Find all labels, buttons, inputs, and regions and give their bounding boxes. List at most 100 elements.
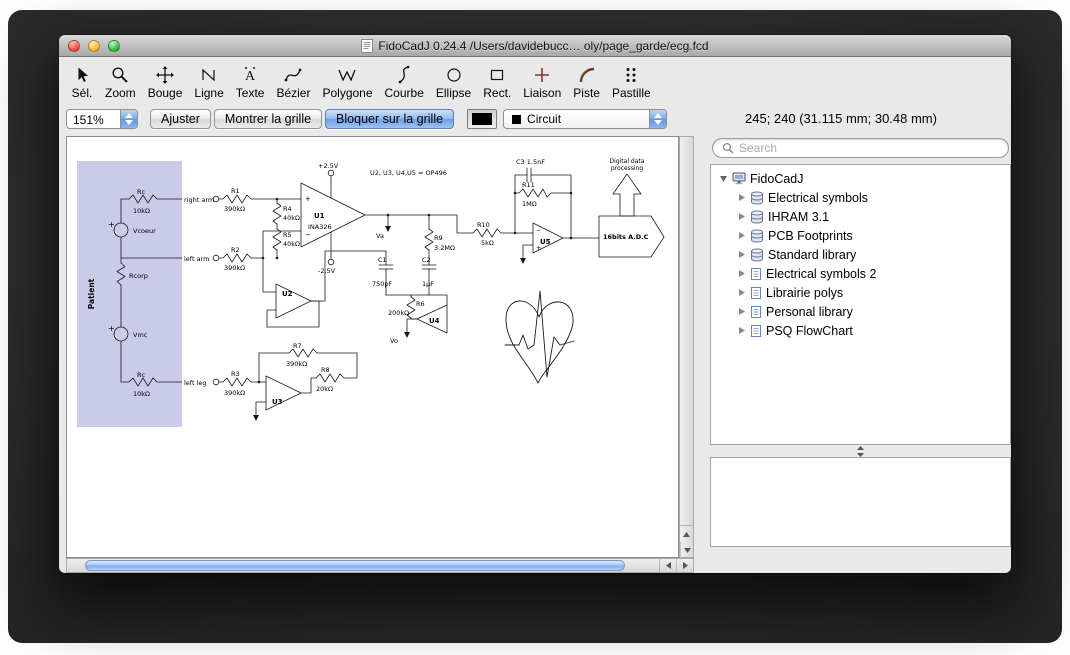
label-r1: R1 (231, 187, 240, 195)
line-icon (198, 64, 220, 85)
horizontal-scrollbar[interactable] (66, 558, 694, 573)
magnifier-icon (109, 64, 131, 85)
polygon-icon (336, 64, 358, 85)
library-item-librairie-polys[interactable]: Librairie polys (711, 283, 1010, 302)
titlebar[interactable]: FidoCadJ 0.24.4 /Users/davidebucc… oly/p… (59, 35, 1011, 57)
label-right-arm: right arm (184, 196, 214, 204)
label-vmc: Vmc (133, 331, 148, 339)
disclosure-right-icon[interactable] (737, 250, 746, 259)
tool-label: Courbe (385, 86, 424, 100)
label-patient: Patient (87, 278, 96, 309)
minimize-button[interactable] (88, 40, 100, 52)
drawing-canvas[interactable]: Patient Rc 10kΩ + Vcoeur Rcorp + Vmc Rc … (66, 136, 679, 558)
library-item-electrical-symbols-2[interactable]: Electrical symbols 2 (711, 264, 1010, 283)
maximize-button[interactable] (108, 40, 120, 52)
label-opamp-note: U2, U3, U4,U5 = OP496 (370, 169, 447, 177)
disclosure-right-icon[interactable] (737, 326, 746, 335)
tool-zoom[interactable]: Zoom (99, 64, 142, 100)
library-item-personal-library[interactable]: Personal library (711, 302, 1010, 321)
label-u1-minus: − (305, 231, 311, 239)
tool-label: Pastille (612, 86, 651, 100)
tool-text[interactable]: A Texte (230, 64, 271, 100)
tool-connection[interactable]: Liaison (517, 64, 567, 100)
library-stack-icon (750, 191, 764, 205)
label-u2: U2 (282, 290, 293, 298)
close-button[interactable] (68, 40, 80, 52)
vertical-scroll-arrows (680, 525, 693, 557)
label-plus-vmc: + (108, 324, 115, 333)
label-r9: R9 (434, 234, 443, 242)
snap-grid-button[interactable]: Bloquer sur la grille (325, 109, 454, 129)
label-u1: U1 (314, 212, 325, 220)
library-item-psq-flowchart[interactable]: PSQ FlowChart (711, 321, 1010, 340)
label-left-leg: left leg (184, 379, 207, 387)
library-search-field[interactable] (712, 138, 1009, 158)
svg-text:A: A (245, 69, 256, 84)
library-item-pcb-footprints[interactable]: PCB Footprints (711, 226, 1010, 245)
tool-track[interactable]: Piste (567, 64, 606, 100)
search-input[interactable] (739, 141, 999, 155)
layer-popup-stepper-icon[interactable] (649, 110, 666, 128)
layer-popup[interactable]: Circuit (503, 109, 667, 129)
curve-icon (393, 64, 415, 85)
snap-grid-label: Bloquer sur la grille (336, 112, 443, 126)
label-c2: C2 (422, 256, 431, 264)
label-u1-part: INA326 (308, 223, 332, 231)
disclosure-right-icon[interactable] (737, 212, 746, 221)
label-r6-value: 200kΩ (388, 309, 409, 317)
library-root[interactable]: FidoCadJ (711, 169, 1010, 188)
library-item-ihram[interactable]: IHRAM 3.1 (711, 207, 1010, 226)
library-item-label: Standard library (768, 248, 856, 262)
zoom-stepper-icon[interactable] (120, 110, 137, 128)
pad-icon (620, 64, 642, 85)
tool-label: Rect. (483, 86, 511, 100)
scroll-down-arrow-icon[interactable] (680, 542, 693, 558)
panel-splitter[interactable] (710, 445, 1011, 457)
tool-ellipse[interactable]: Ellipse (430, 64, 477, 100)
screen: FidoCadJ 0.24.4 /Users/davidebucc… oly/p… (0, 0, 1070, 655)
tool-pad[interactable]: Pastille (606, 64, 657, 100)
schematic-canvas[interactable]: Patient Rc 10kΩ + Vcoeur Rcorp + Vmc Rc … (67, 137, 678, 557)
tool-line[interactable]: Ligne (188, 64, 229, 100)
tool-bezier[interactable]: Bézier (270, 64, 316, 100)
scroll-up-arrow-icon[interactable] (680, 526, 693, 542)
scroll-right-arrow-icon[interactable] (676, 559, 693, 572)
disclosure-right-icon[interactable] (737, 269, 746, 278)
label-r7-value: 390kΩ (286, 360, 307, 368)
label-plus-vcoeur: + (108, 220, 115, 229)
disclosure-right-icon[interactable] (737, 307, 746, 316)
library-item-label: Personal library (766, 305, 853, 319)
tool-label: Texte (236, 86, 265, 100)
fit-button[interactable]: Ajuster (150, 109, 211, 129)
layer-color-well[interactable] (467, 109, 497, 129)
tool-polygon[interactable]: Polygone (316, 64, 378, 100)
show-grid-button[interactable]: Montrer la grille (214, 109, 322, 129)
label-u3: U3 (272, 398, 283, 406)
library-item-electrical-symbols[interactable]: Electrical symbols (711, 188, 1010, 207)
vertical-scrollbar[interactable] (679, 136, 694, 558)
tool-curve[interactable]: Courbe (379, 64, 430, 100)
disclosure-right-icon[interactable] (737, 288, 746, 297)
library-item-standard-library[interactable]: Standard library (711, 245, 1010, 264)
library-tree[interactable]: FidoCadJ Electrical symbols IHRAM 3.1 (710, 164, 1011, 445)
bezier-icon (282, 64, 304, 85)
tool-rectangle[interactable]: Rect. (477, 64, 517, 100)
track-icon (576, 64, 598, 85)
label-r8-value: 20kΩ (316, 385, 333, 393)
tool-select[interactable]: Sél. (65, 64, 99, 100)
label-c1-value: 750pF (372, 280, 393, 288)
disclosure-down-icon[interactable] (719, 174, 728, 183)
tool-move[interactable]: Bouge (142, 64, 189, 100)
zoom-combo[interactable]: 151% (66, 109, 138, 129)
label-vo: Vo (390, 337, 398, 345)
library-stack-icon (750, 229, 764, 243)
control-bar: 151% Ajuster Montrer la grille Bloquer s… (59, 103, 1011, 135)
disclosure-right-icon[interactable] (737, 231, 746, 240)
horizontal-scroll-thumb[interactable] (85, 560, 625, 571)
label-digital-1: Digital data (610, 158, 645, 165)
label-rc-bottom: Rc (137, 371, 146, 379)
disclosure-right-icon[interactable] (737, 193, 746, 202)
scroll-left-arrow-icon[interactable] (660, 559, 676, 572)
label-rc-top-value: 10kΩ (133, 207, 150, 215)
tool-palette: Sél. Zoom Bouge Ligne A Texte Bézier (59, 57, 1011, 103)
